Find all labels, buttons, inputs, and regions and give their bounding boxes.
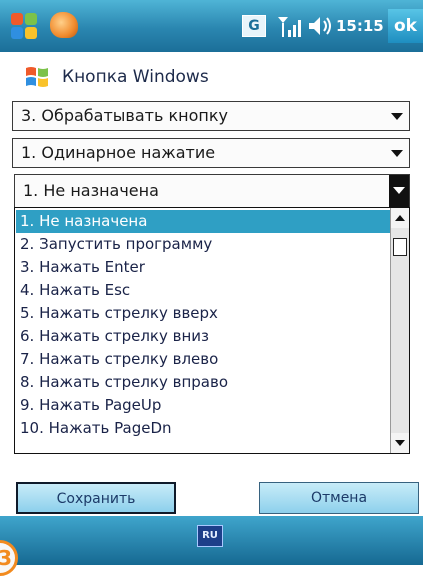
list-item[interactable]: 1. Не назначена [16, 210, 390, 233]
chevron-down-icon [391, 150, 403, 157]
windows-start-icon[interactable] [8, 10, 42, 42]
list-item[interactable]: 2. Запустить программу [16, 233, 390, 256]
scroll-up-button[interactable] [391, 208, 409, 228]
chevron-down-icon [391, 113, 403, 120]
input-language-icon[interactable]: RU [197, 525, 223, 547]
scrollbar[interactable] [390, 208, 409, 453]
save-button[interactable]: Сохранить [16, 482, 176, 514]
chevron-down-icon [393, 187, 405, 194]
dropdown-toggle[interactable] [389, 175, 409, 207]
assignment-dropdown-value: 1. Не назначена [23, 181, 159, 200]
app-icon[interactable] [50, 12, 78, 38]
list-item[interactable]: 4. Нажать Esc [16, 279, 390, 302]
list-item[interactable]: 5. Нажать стрелку вверх [16, 302, 390, 325]
press-type-dropdown[interactable]: 1. Одинарное нажатие [12, 138, 410, 168]
list-item[interactable]: 3. Нажать Enter [16, 256, 390, 279]
list-item[interactable]: 7. Нажать стрелку влево [16, 348, 390, 371]
title-bar: G 15:15 ok [0, 0, 423, 52]
signal-icon[interactable] [276, 13, 302, 39]
chevron-down-icon [395, 440, 405, 446]
volume-icon[interactable] [306, 13, 334, 39]
scrollbar-thumb[interactable] [393, 238, 407, 256]
list-item[interactable]: 10. Нажать PageDn [16, 417, 390, 440]
list-item[interactable]: 9. Нажать PageUp [16, 394, 390, 417]
ok-button[interactable]: ok [388, 9, 423, 43]
scroll-down-button[interactable] [391, 433, 409, 453]
assignment-options-list[interactable]: 1. Не назначена 2. Запустить программу 3… [14, 207, 410, 454]
assignment-dropdown[interactable]: 1. Не назначена [14, 174, 410, 208]
page-title: Кнопка Windows [62, 67, 209, 87]
chevron-up-icon [395, 215, 405, 221]
cancel-button[interactable]: Отмена [259, 482, 419, 514]
list-item[interactable]: 6. Нажать стрелку вниз [16, 325, 390, 348]
g-notification-icon[interactable]: G [242, 15, 266, 37]
action-dropdown-value: 3. Обрабатывать кнопку [21, 106, 228, 125]
action-dropdown[interactable]: 3. Обрабатывать кнопку [12, 101, 410, 131]
list-item[interactable]: 8. Нажать стрелку вправо [16, 371, 390, 394]
windows-flag-icon [26, 67, 48, 87]
clock[interactable]: 15:15 [336, 14, 390, 38]
press-type-dropdown-value: 1. Одинарное нажатие [21, 143, 216, 162]
